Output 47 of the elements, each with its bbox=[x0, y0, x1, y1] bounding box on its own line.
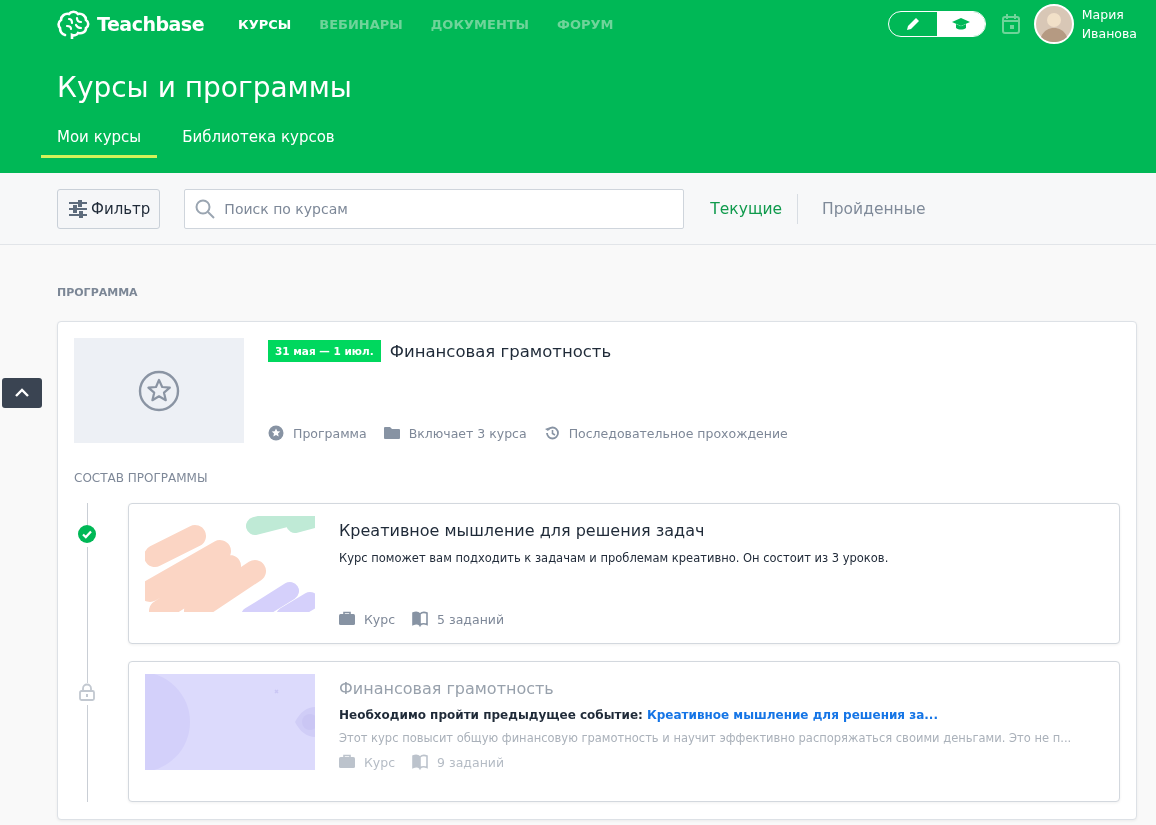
meta-text: Курс bbox=[364, 754, 396, 770]
status-tab[interactable]: Текущие bbox=[698, 193, 799, 224]
brain-logo-icon bbox=[57, 9, 91, 39]
meta-text: 9 заданий bbox=[437, 754, 505, 770]
requirement-text: Необходимо пройти предыдущее событие: bbox=[339, 708, 643, 722]
user-surname[interactable]: Иванова bbox=[1081, 24, 1137, 43]
chevron-up-icon bbox=[14, 388, 30, 398]
course-title[interactable]: Креативное мышление для решения задач bbox=[339, 521, 889, 540]
logo-text[interactable]: Teachbase bbox=[97, 13, 205, 35]
nav-link[interactable]: КУРСЫ bbox=[238, 16, 292, 32]
folder-icon bbox=[383, 425, 400, 441]
date-badge: 31 мая — 1 июл. bbox=[268, 340, 381, 362]
status-tab[interactable]: Пройденные bbox=[810, 193, 938, 224]
meta-text: Включает 3 курса bbox=[408, 425, 527, 441]
tab[interactable]: Мои курсы bbox=[41, 128, 158, 158]
course-card[interactable]: Креативное мышление для решения задач Курс поможет вам подходить к задачам и проблемам креативно. Он состоит из 3 уроков. Курс 5 заданий bbox=[128, 503, 1120, 644]
course-title[interactable]: Финансовая грамотность bbox=[339, 679, 1072, 698]
sliders-icon bbox=[68, 199, 88, 218]
nav-link[interactable]: ДОКУМЕНТЫ bbox=[430, 16, 530, 32]
history-icon bbox=[543, 425, 560, 441]
scroll-up-button[interactable] bbox=[2, 378, 42, 408]
meta-text: 5 заданий bbox=[437, 611, 505, 627]
book-icon bbox=[412, 754, 429, 770]
search-icon bbox=[195, 198, 216, 219]
tab[interactable]: Библиотека курсов bbox=[166, 128, 351, 158]
page-title: Курсы и программы bbox=[57, 74, 353, 102]
course-card[interactable] bbox=[128, 661, 1120, 802]
briefcase-icon bbox=[339, 754, 355, 770]
avatar[interactable] bbox=[1033, 4, 1074, 44]
nav-link[interactable]: ФОРУМ bbox=[557, 16, 614, 32]
calendar-icon[interactable] bbox=[1001, 14, 1020, 34]
meta-text: Программа bbox=[293, 425, 367, 441]
course-description: Этот курс повысит общую финансовую грамотность и научит эффективно распоряжаться своими деньгами. Это не п... bbox=[339, 731, 1072, 745]
nav-link[interactable]: ВЕБИНАРЫ bbox=[319, 16, 403, 32]
requirement-link[interactable]: Креативное мышление для решения за... bbox=[646, 708, 938, 722]
contents-label: СОСТАВ ПРОГРАММЫ bbox=[74, 471, 209, 485]
course-description: Курс поможет вам подходить к задачам и проблемам креативно. Он состоит из 3 уроков. bbox=[339, 551, 889, 565]
meta-text: Последовательное прохождение bbox=[568, 425, 788, 441]
book-icon bbox=[412, 611, 429, 627]
meta-text: Курс bbox=[364, 611, 396, 627]
section-label: ПРОГРАММА bbox=[57, 286, 139, 299]
filter-button[interactable]: Фильтр bbox=[57, 188, 161, 229]
user-name[interactable]: Мария bbox=[1081, 5, 1137, 24]
search-field[interactable]: Поиск по курсам bbox=[184, 188, 685, 229]
briefcase-icon bbox=[339, 611, 355, 627]
program-card[interactable] bbox=[57, 321, 1137, 820]
program-title[interactable]: Финансовая грамотность bbox=[389, 341, 612, 361]
